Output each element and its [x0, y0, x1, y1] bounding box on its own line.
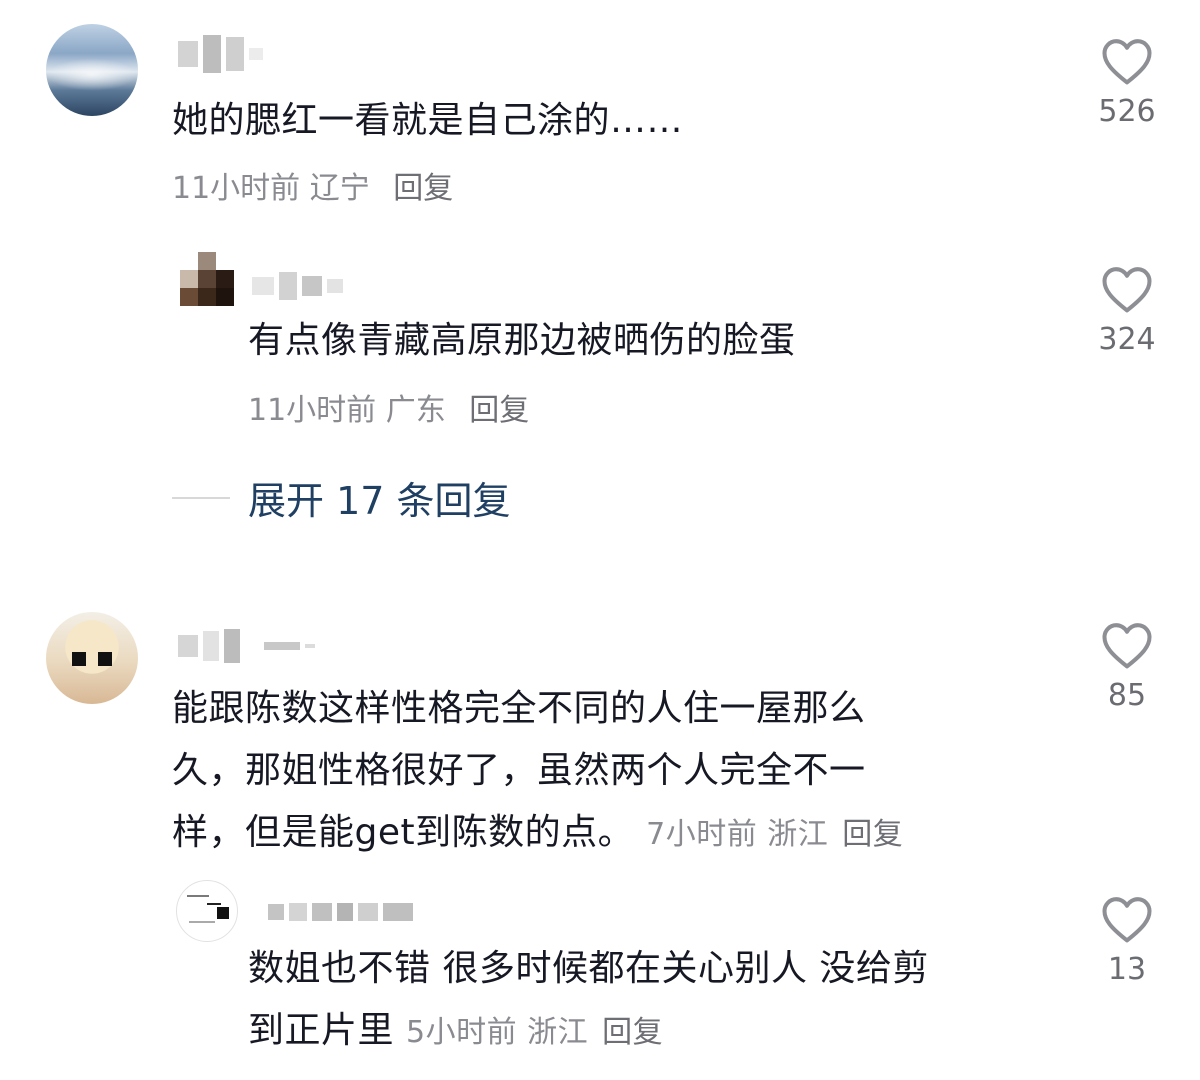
reply-button[interactable]: 回复: [842, 817, 903, 852]
comment-text: 数姐也不错 很多时候都在关心别人 没给剪 到正片里 5小时前 浙江 回复: [248, 938, 929, 1064]
like-count: 324: [1098, 322, 1156, 357]
like-button[interactable]: 526: [1087, 36, 1167, 129]
like-button[interactable]: 85: [1087, 620, 1167, 713]
comment-time: 5小时前: [406, 1015, 518, 1050]
comment-text-line-last: 到正片里 5小时前 浙江 回复: [248, 1000, 929, 1064]
like-count: 13: [1107, 952, 1147, 987]
comment-location: 浙江: [767, 817, 829, 852]
comment-time: 11小时前: [172, 171, 301, 206]
comment-text-line-last: 样，但是能get到陈数的点。 7小时前 浙江 回复: [172, 802, 903, 866]
expand-replies-label: 展开 17 条回复: [248, 479, 511, 523]
comment-meta: 11小时前 广东 回复: [248, 385, 529, 429]
heart-outline-icon: [1102, 39, 1152, 85]
comment-meta: 5小时前 浙江 回复: [406, 1015, 663, 1050]
comment-text: 能跟陈数这样性格完全不同的人住一屋那么 久，那姐性格很好了，虽然两个人完全不一 …: [172, 678, 903, 866]
heart-outline-icon: [1102, 897, 1152, 943]
comment-text: 她的腮红一看就是自己涂的……: [172, 100, 684, 141]
comment-text-line: 久，那姐性格很好了，虽然两个人完全不一: [172, 750, 866, 791]
comment-time: 7小时前: [646, 817, 758, 852]
like-count: 526: [1098, 94, 1156, 129]
like-button[interactable]: 324: [1087, 264, 1167, 357]
comment-location: 广东: [385, 393, 446, 428]
avatar[interactable]: [46, 24, 138, 116]
like-button[interactable]: 13: [1087, 894, 1167, 987]
reply-button[interactable]: 回复: [469, 393, 529, 428]
avatar[interactable]: [176, 880, 238, 942]
comment-meta: 11小时前 辽宁 回复: [172, 163, 453, 207]
expand-replies-button[interactable]: 展开 17 条回复: [172, 470, 511, 525]
avatar[interactable]: [180, 252, 236, 308]
reply-button[interactable]: 回复: [393, 171, 453, 206]
like-count: 85: [1107, 678, 1147, 713]
comment-text-line: 能跟陈数这样性格完全不同的人住一屋那么: [172, 688, 866, 729]
comment-text-line: 样，但是能get到陈数的点。: [172, 812, 635, 853]
username-pixelated[interactable]: [252, 266, 348, 306]
username-pixelated[interactable]: [178, 34, 268, 74]
comment-meta: 7小时前 浙江 回复: [646, 817, 903, 852]
comment-time: 11小时前: [248, 393, 377, 428]
username-pixelated[interactable]: [178, 626, 320, 666]
avatar[interactable]: [46, 612, 138, 704]
heart-outline-icon: [1102, 267, 1152, 313]
heart-outline-icon: [1102, 623, 1152, 669]
comment-text-line: 到正片里: [248, 1010, 395, 1051]
comment-location: 浙江: [527, 1015, 589, 1050]
comment-text: 有点像青藏高原那边被晒伤的脸蛋: [248, 320, 796, 361]
comment-text-line: 数姐也不错 很多时候都在关心别人 没给剪: [248, 948, 929, 989]
divider-line: [172, 496, 230, 499]
username-pixelated[interactable]: [268, 892, 418, 932]
comment-location: 辽宁: [309, 171, 370, 206]
reply-button[interactable]: 回复: [602, 1015, 663, 1050]
